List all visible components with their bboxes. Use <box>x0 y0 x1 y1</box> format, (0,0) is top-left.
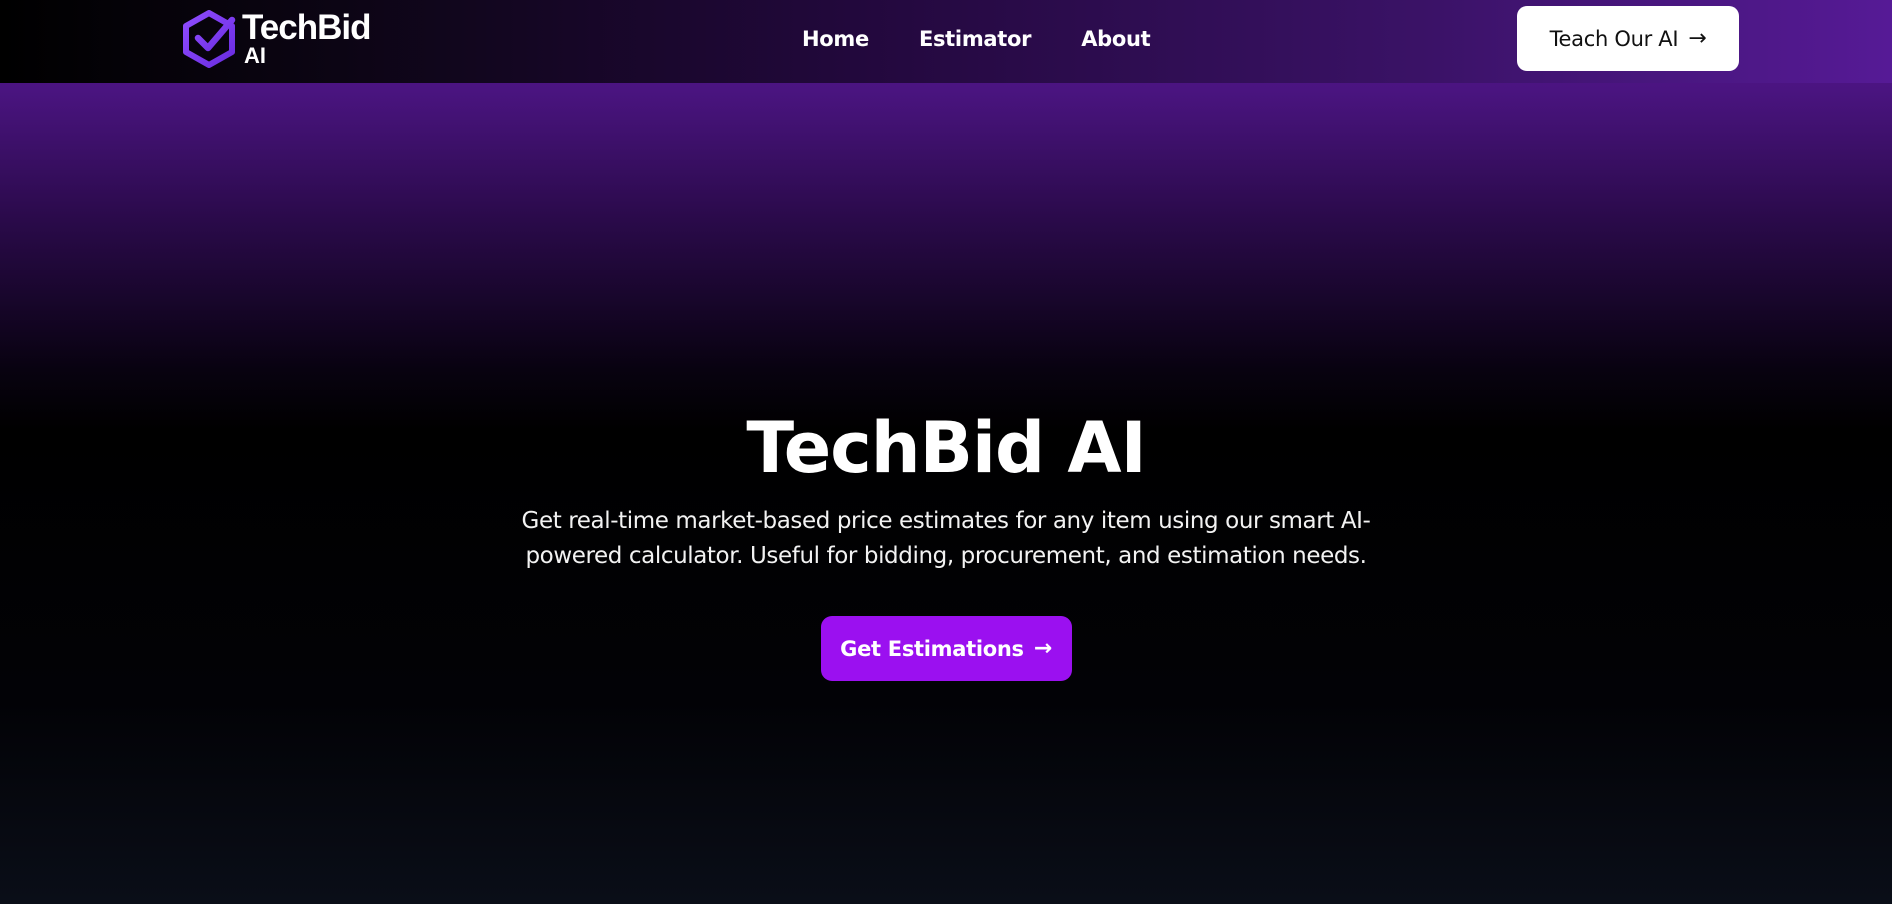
teach-our-ai-button[interactable]: Teach Our AI → <box>1517 6 1739 71</box>
teach-our-ai-label: Teach Our AI <box>1549 26 1679 51</box>
hexagon-check-icon <box>183 10 236 68</box>
hero-description: Get real-time market-based price estimat… <box>521 508 1371 569</box>
navbar: TechBid AI Home Estimator About Teach Ou… <box>0 0 1892 83</box>
nav-link-estimator[interactable]: Estimator <box>919 24 1032 54</box>
hero-title: TechBid AI <box>746 407 1146 489</box>
arrow-right-icon: → <box>1688 26 1707 51</box>
get-estimations-button[interactable]: Get Estimations → <box>820 616 1072 681</box>
hero-section: TechBid AI Get real-time market-based pr… <box>0 400 1892 681</box>
logo-text: TechBid AI <box>242 8 371 68</box>
page: TechBid AI Home Estimator About Teach Ou… <box>0 0 1892 904</box>
arrow-right-icon: → <box>1033 636 1052 661</box>
logo-title: TechBid <box>242 8 371 47</box>
get-estimations-label: Get Estimations <box>840 636 1024 661</box>
main-nav: Home Estimator About <box>802 24 1151 54</box>
logo-subtitle: AI <box>244 43 266 68</box>
logo-link[interactable]: TechBid AI <box>182 8 371 68</box>
nav-link-about[interactable]: About <box>1081 24 1151 54</box>
nav-link-home[interactable]: Home <box>802 24 869 54</box>
